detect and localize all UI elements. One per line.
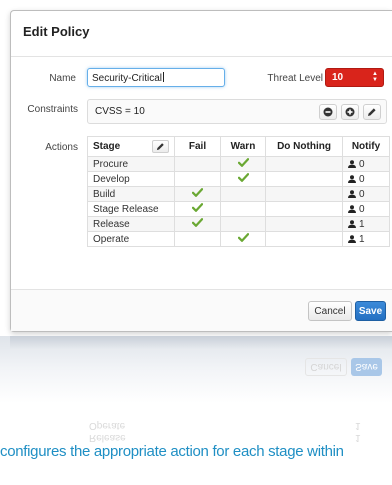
select-arrows-icon: ▲ ▼ <box>372 71 378 83</box>
user-icon <box>348 174 359 185</box>
reflection-notify-a: 1 <box>355 420 361 431</box>
warn-cell[interactable] <box>220 216 266 232</box>
checkmark-icon <box>191 188 204 200</box>
reflection-row-a: Operate <box>89 420 126 431</box>
edit-stages-button[interactable] <box>152 140 169 153</box>
fail-cell[interactable] <box>174 186 221 202</box>
text-caret <box>163 72 165 82</box>
stage-cell: Procure <box>87 156 175 172</box>
stage-cell: Stage Release <box>87 201 175 217</box>
user-icon <box>348 204 359 215</box>
user-icon <box>348 234 359 245</box>
edit-policy-modal: Edit Policy Name Security-Critical Threa… <box>10 10 392 332</box>
fail-cell[interactable] <box>174 171 221 187</box>
remove-constraint-button[interactable] <box>319 104 337 120</box>
stage-cell: Build <box>87 186 175 202</box>
threat-level-select[interactable]: 10 ▲ ▼ <box>325 68 384 87</box>
warn-cell[interactable] <box>220 156 266 172</box>
notify-count: 1 <box>359 233 365 245</box>
do-nothing-cell[interactable] <box>265 231 343 247</box>
column-header-do-nothing: Do Nothing <box>265 136 343 157</box>
name-input-value: Security-Critical <box>92 73 163 84</box>
column-header-warn: Warn <box>220 136 266 157</box>
checkmark-icon <box>237 173 249 185</box>
cancel-button[interactable]: Cancel <box>308 301 352 321</box>
table-row: Stage Release 0 <box>87 201 390 217</box>
threat-level-label: Threat Level <box>267 73 323 84</box>
constraints-label: Constraints <box>27 104 78 115</box>
threat-level-value: 10 <box>332 72 344 83</box>
user-icon <box>348 159 359 170</box>
column-header-notify: Notify <box>342 136 390 157</box>
fail-cell[interactable] <box>174 216 221 232</box>
warn-cell[interactable] <box>220 186 266 202</box>
column-header-fail: Fail <box>174 136 221 157</box>
pencil-icon <box>156 143 164 151</box>
do-nothing-cell[interactable] <box>265 216 343 232</box>
table-row: Operate 1 <box>87 231 390 247</box>
checkmark-icon <box>237 158 249 170</box>
do-nothing-cell[interactable] <box>265 201 343 217</box>
table-row: Develop 0 <box>87 171 390 187</box>
table-row: Release 1 <box>87 216 390 232</box>
reflection-notify-b: 1 <box>355 432 361 443</box>
notify-cell[interactable]: 0 <box>342 156 390 172</box>
stage-cell: Release <box>87 216 175 232</box>
actions-table: Stage Fail Warn Do Nothing Notify Procur… <box>87 136 390 247</box>
table-row: Procure 0 <box>87 156 390 172</box>
plus-circle-icon <box>345 107 355 117</box>
notify-count: 0 <box>359 158 365 170</box>
column-header-stage: Stage <box>87 136 175 157</box>
modal-header: Edit Policy <box>11 11 392 57</box>
stage-cell: Operate <box>87 231 175 247</box>
checkmark-icon <box>191 218 204 230</box>
stage-cell: Develop <box>87 171 175 187</box>
checkmark-icon <box>191 203 204 215</box>
add-constraint-button[interactable] <box>341 104 359 120</box>
reflection-edge <box>10 336 392 350</box>
checkmark-icon <box>237 233 249 245</box>
modal-footer: Cancel Save <box>11 289 392 331</box>
action-rows: Procure 0 Develop 0 Build 0 Stage Release 0 Rele… <box>87 156 390 247</box>
minus-circle-icon <box>323 107 333 117</box>
modal-title: Edit Policy <box>23 24 90 39</box>
user-icon <box>348 219 359 230</box>
fail-cell[interactable] <box>174 156 221 172</box>
fail-cell[interactable] <box>174 201 221 217</box>
do-nothing-cell[interactable] <box>265 171 343 187</box>
notify-cell[interactable]: 0 <box>342 186 390 202</box>
column-header-label: Stage <box>93 141 121 152</box>
user-icon <box>348 189 359 200</box>
reflection-row-b: Release <box>89 432 126 443</box>
notify-cell[interactable]: 1 <box>342 216 390 232</box>
warn-cell[interactable] <box>220 231 266 247</box>
reflection-save: Save <box>351 358 382 376</box>
notify-cell[interactable]: 1 <box>342 231 390 247</box>
caption-text: configures the appropriate action for ea… <box>0 443 344 460</box>
table-header-row: Stage Fail Warn Do Nothing Notify <box>87 136 390 157</box>
save-button[interactable]: Save <box>355 301 386 321</box>
actions-label: Actions <box>45 142 78 153</box>
do-nothing-cell[interactable] <box>265 156 343 172</box>
notify-count: 0 <box>359 173 365 185</box>
warn-cell[interactable] <box>220 171 266 187</box>
notify-cell[interactable]: 0 <box>342 171 390 187</box>
table-row: Build 0 <box>87 186 390 202</box>
constraints-value: CVSS = 10 <box>95 106 145 117</box>
notify-count: 0 <box>359 203 365 215</box>
reflection-cancel: Cancel <box>305 358 347 376</box>
notify-count: 0 <box>359 188 365 200</box>
warn-cell[interactable] <box>220 201 266 217</box>
notify-count: 1 <box>359 218 365 230</box>
fail-cell[interactable] <box>174 231 221 247</box>
pencil-icon <box>368 108 376 116</box>
do-nothing-cell[interactable] <box>265 186 343 202</box>
name-input[interactable]: Security-Critical <box>87 68 225 87</box>
edit-constraint-button[interactable] <box>363 104 381 120</box>
notify-cell[interactable]: 0 <box>342 201 390 217</box>
name-label: Name <box>49 73 76 84</box>
